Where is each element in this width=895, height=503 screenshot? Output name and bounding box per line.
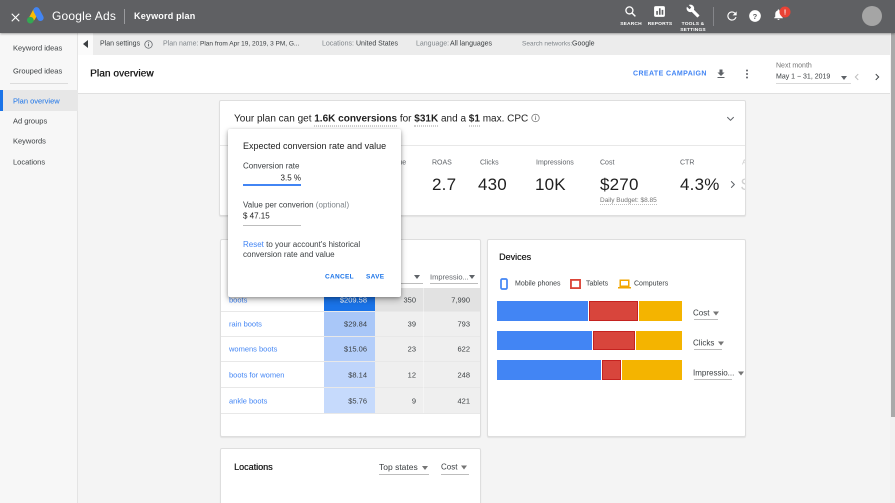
svg-text:!: ! <box>784 10 786 17</box>
svg-text:?: ? <box>753 12 758 21</box>
